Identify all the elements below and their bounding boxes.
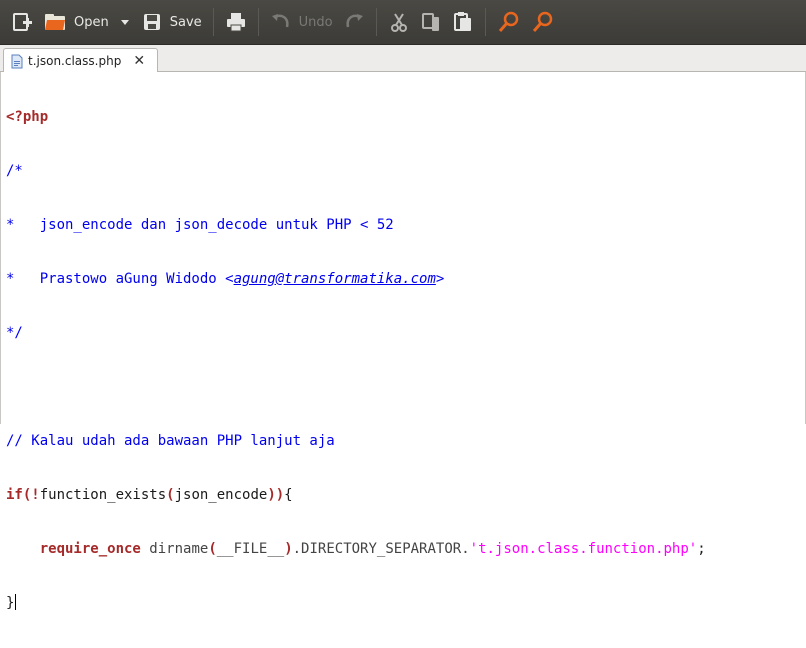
save-icon (143, 14, 160, 30)
code-line: /* (6, 162, 706, 180)
code-line: require_once dirname(__FILE__).DIRECTORY… (6, 540, 706, 558)
toolbar-separator (375, 8, 377, 36)
php-open-tag: <?php (6, 109, 49, 125)
paren: ( (166, 487, 175, 503)
code-text[interactable]: <?php /* * json_encode dan json_decode u… (6, 72, 706, 648)
open-label: Open (74, 14, 109, 30)
document-tab-bar: t.json.class.php ✕ (0, 45, 806, 73)
keyword-if: if (6, 487, 23, 503)
php-file-icon (11, 54, 23, 68)
comment-text: */ (6, 325, 23, 341)
code-line: <?php (6, 108, 706, 126)
toolbar-separator (484, 8, 486, 36)
find-replace-button[interactable] (526, 5, 560, 39)
save-label: Save (169, 14, 202, 30)
code-line: */ (6, 324, 706, 342)
code-line: * Prastowo aGung Widodo <agung@transform… (6, 270, 706, 288)
undo-button[interactable]: Undo (265, 5, 338, 39)
text-cursor (15, 594, 17, 610)
brace: } (6, 595, 15, 611)
redo-button[interactable] (338, 5, 370, 39)
constant: .DIRECTORY_SEPARATOR. (292, 541, 470, 557)
operator: (! (22, 487, 40, 503)
find-replace-icon (532, 11, 552, 32)
undo-icon (271, 14, 289, 28)
paste-icon (453, 12, 471, 31)
undo-label: Undo (298, 14, 333, 30)
new-document-icon (13, 13, 32, 31)
find-button[interactable] (492, 5, 526, 39)
code-line: // Kalau udah ada bawaan PHP lanjut aja (6, 432, 706, 450)
open-folder-icon (45, 14, 65, 30)
code-line: * json_encode dan json_decode untuk PHP … (6, 216, 706, 234)
print-button[interactable] (220, 5, 252, 39)
document-tab[interactable]: t.json.class.php ✕ (3, 48, 158, 73)
paren: ) (284, 541, 293, 557)
tab-close-icon[interactable]: ✕ (133, 54, 145, 68)
function-name: function_exists (39, 487, 167, 503)
paren: ( (208, 541, 217, 557)
brace: { (284, 487, 293, 503)
save-button[interactable]: Save (136, 5, 207, 39)
new-document-button[interactable] (6, 5, 38, 39)
tab-filename: t.json.class.php (28, 54, 122, 68)
dropdown-arrow-icon (120, 20, 129, 25)
toolbar-separator (212, 8, 214, 36)
open-button[interactable]: Open (38, 5, 114, 39)
keyword-require-once: require_once (39, 541, 141, 557)
comment-text: > (435, 271, 445, 287)
magic-constant: __FILE__ (216, 541, 285, 557)
redo-icon (346, 14, 363, 28)
find-icon (498, 11, 518, 32)
comment-text: // Kalau udah ada bawaan PHP lanjut aja (6, 433, 335, 449)
print-icon (226, 13, 245, 32)
function-name: dirname (140, 541, 209, 557)
comment-text: * json_encode dan json_decode untuk PHP … (6, 217, 394, 233)
argument: json_encode (174, 487, 268, 503)
cut-button[interactable] (383, 5, 415, 39)
toolbar-separator (257, 8, 259, 36)
code-editor[interactable]: <?php /* * json_encode dan json_decode u… (0, 72, 806, 611)
toolbar: Open Save Undo (0, 0, 806, 45)
paren: )) (267, 487, 285, 503)
paste-button[interactable] (447, 5, 479, 39)
copy-icon (421, 13, 439, 31)
string-literal: 't.json.class.function.php' (469, 541, 698, 557)
code-line: if(!function_exists(json_encode)){ (6, 486, 706, 504)
comment-text: /* (6, 163, 23, 179)
code-line: } (6, 594, 706, 612)
email-link[interactable]: agung@transformatika.com (234, 271, 436, 287)
cut-icon (390, 13, 407, 32)
copy-button[interactable] (415, 5, 447, 39)
open-dropdown-button[interactable] (114, 5, 136, 39)
semicolon: ; (697, 541, 706, 557)
comment-text: * Prastowo aGung Widodo < (6, 271, 234, 287)
